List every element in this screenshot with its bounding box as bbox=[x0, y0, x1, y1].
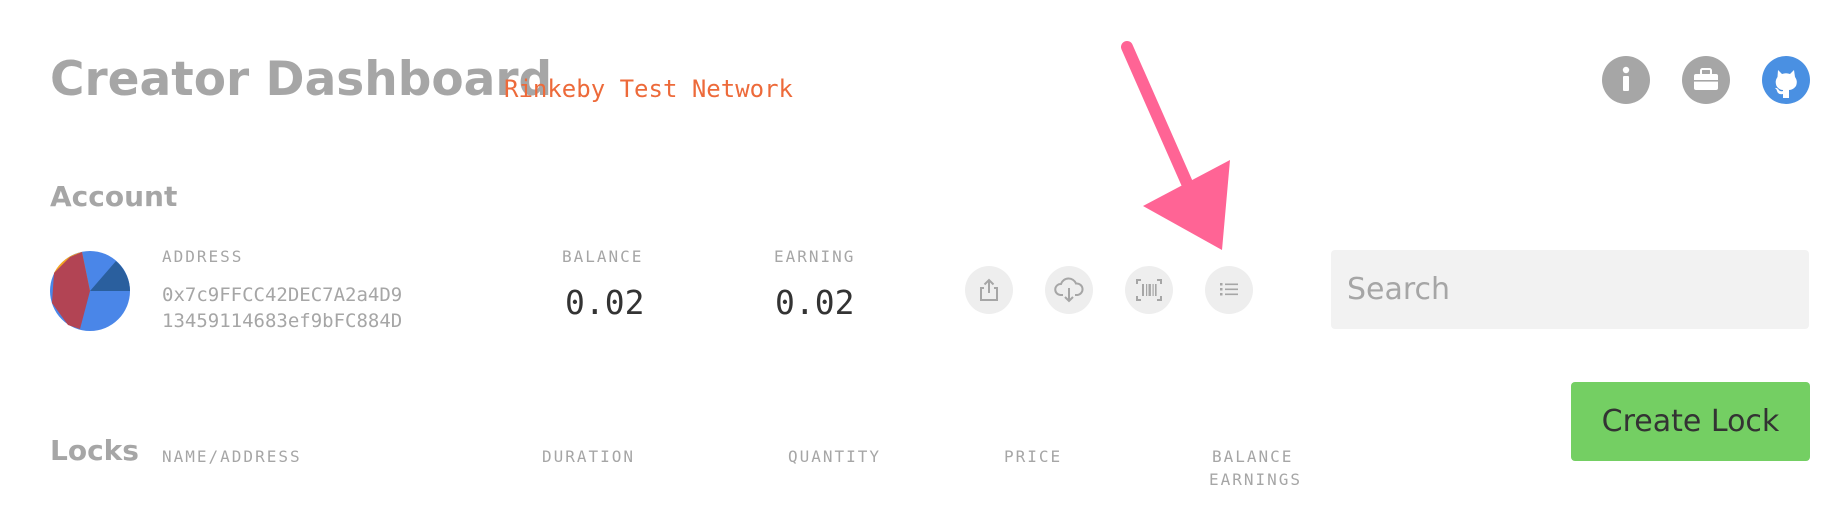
column-quantity: QUANTITY bbox=[788, 447, 882, 466]
address-line-2: 13459114683ef9bFC884D bbox=[162, 310, 403, 332]
list-button[interactable] bbox=[1205, 266, 1253, 314]
balance-label: BALANCE bbox=[562, 247, 644, 266]
address-line-1: 0x7c9FFCC42DEC7A2a4D9 bbox=[162, 284, 403, 306]
column-duration: DURATION bbox=[542, 447, 636, 466]
github-icon[interactable] bbox=[1762, 56, 1810, 104]
info-icon[interactable] bbox=[1602, 56, 1650, 104]
column-balance: BALANCE bbox=[1212, 447, 1294, 466]
create-lock-button[interactable]: Create Lock bbox=[1571, 382, 1810, 461]
column-name-address: NAME/ADDRESS bbox=[162, 447, 302, 466]
locks-heading: Locks bbox=[50, 434, 139, 467]
column-price: PRICE bbox=[1004, 447, 1063, 466]
list-icon bbox=[1220, 283, 1238, 296]
barcode-button[interactable] bbox=[1125, 266, 1173, 314]
briefcase-icon[interactable] bbox=[1682, 56, 1730, 104]
account-avatar bbox=[50, 251, 130, 331]
cloud-download-icon bbox=[1054, 277, 1084, 303]
network-label: Rinkeby Test Network bbox=[504, 75, 793, 103]
export-button[interactable] bbox=[965, 266, 1013, 314]
search-input[interactable] bbox=[1331, 250, 1809, 329]
barcode-icon bbox=[1136, 279, 1162, 301]
earning-label: EARNING bbox=[774, 247, 856, 266]
column-earnings: EARNINGS bbox=[1209, 470, 1303, 489]
export-icon bbox=[980, 278, 998, 301]
download-button[interactable] bbox=[1045, 266, 1093, 314]
page-title: Creator Dashboard bbox=[50, 52, 553, 107]
address-label: ADDRESS bbox=[162, 247, 244, 266]
account-heading: Account bbox=[50, 180, 178, 213]
balance-value: 0.02 bbox=[565, 283, 645, 322]
earning-value: 0.02 bbox=[775, 283, 855, 322]
